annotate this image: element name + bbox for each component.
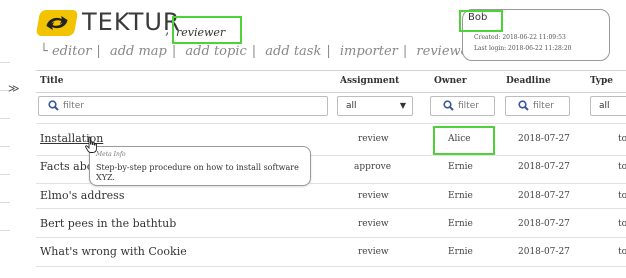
- magnifier-icon: [48, 100, 59, 114]
- nav-item-importer[interactable]: importer: [340, 44, 398, 59]
- row-deadline: 2018-07-27: [518, 162, 570, 172]
- header-divider: [36, 92, 626, 93]
- deadline-filter-input[interactable]: filter: [505, 96, 570, 116]
- row-type: to: [618, 162, 626, 172]
- nav-item-editor[interactable]: editor: [52, 44, 91, 59]
- col-header-deadline[interactable]: Deadline: [506, 76, 551, 86]
- col-header-owner[interactable]: Owner: [434, 76, 467, 86]
- row-title[interactable]: Bert pees in the bathtub: [40, 217, 176, 230]
- row-divider: [36, 123, 626, 124]
- assignment-filter-value: all: [346, 101, 357, 111]
- owner-highlight: [433, 126, 495, 155]
- nav-item-add-task[interactable]: add task: [265, 44, 321, 59]
- title-filter-input[interactable]: filter: [38, 96, 328, 116]
- row-assignment: review: [358, 191, 389, 201]
- row-title[interactable]: Elmo's address: [40, 189, 124, 202]
- main-nav: └ editor | add map | add topic | add task | …: [40, 44, 528, 59]
- row-deadline: 2018-07-27: [518, 219, 570, 229]
- caret-down-icon: ▼: [399, 101, 406, 110]
- row-deadline: 2018-07-27: [518, 191, 570, 201]
- hand-pointer-icon: [84, 136, 100, 158]
- col-header-assignment[interactable]: Assignment: [340, 76, 399, 86]
- col-header-type[interactable]: Type: [590, 76, 613, 86]
- row-owner: Ernie: [448, 247, 473, 257]
- brand-separator: ,: [165, 22, 170, 38]
- row-owner: Ernie: [448, 191, 473, 201]
- nav-item-add-map[interactable]: add map: [110, 44, 167, 59]
- current-role: reviewer: [176, 26, 226, 39]
- row-type: to: [618, 219, 626, 229]
- row-divider: [36, 266, 626, 267]
- tooltip-body: Step-by-step procedure on how to install…: [96, 163, 299, 182]
- assignment-filter-select[interactable]: all ▼: [337, 96, 413, 116]
- user-created: Created: 2018-06-22 11:09:53: [474, 34, 566, 41]
- owner-filter-placeholder: filter: [458, 101, 479, 111]
- nav-item-add-topic[interactable]: add topic: [185, 44, 246, 59]
- row-deadline: 2018-07-27: [518, 134, 570, 144]
- row-assignment: review: [358, 134, 389, 144]
- type-filter-value: all: [599, 101, 610, 111]
- row-type: to: [618, 247, 626, 257]
- nav-corner-icon: └: [40, 44, 48, 59]
- row-owner: Ernie: [448, 219, 473, 229]
- row-title[interactable]: What's wrong with Cookie: [40, 245, 187, 258]
- row-type: to: [618, 134, 626, 144]
- user-name: Bob: [468, 12, 488, 23]
- user-last-login: Last login: 2018-06-22 11:28:20: [474, 45, 572, 52]
- tooltip-title: Meta Info: [96, 151, 126, 158]
- row-owner: Ernie: [448, 162, 473, 172]
- magnifier-icon: [518, 100, 529, 114]
- row-divider: [36, 208, 626, 209]
- deadline-filter-placeholder: filter: [533, 101, 554, 111]
- row-deadline: 2018-07-27: [518, 247, 570, 257]
- col-header-title[interactable]: Title: [40, 76, 63, 86]
- table-top-divider: [36, 70, 626, 71]
- type-filter-select[interactable]: all: [590, 96, 626, 116]
- title-filter-placeholder: filter: [63, 101, 84, 111]
- row-assignment: approve: [354, 162, 392, 172]
- owner-filter-input[interactable]: filter: [430, 96, 495, 116]
- tektur-logo-icon: [35, 10, 79, 36]
- magnifier-icon: [443, 100, 454, 114]
- row-type: to: [618, 191, 626, 201]
- row-assignment: review: [358, 247, 389, 257]
- row-assignment: review: [358, 219, 389, 229]
- collapse-arrow-icon[interactable]: ≫: [8, 82, 20, 95]
- row-divider: [36, 237, 626, 238]
